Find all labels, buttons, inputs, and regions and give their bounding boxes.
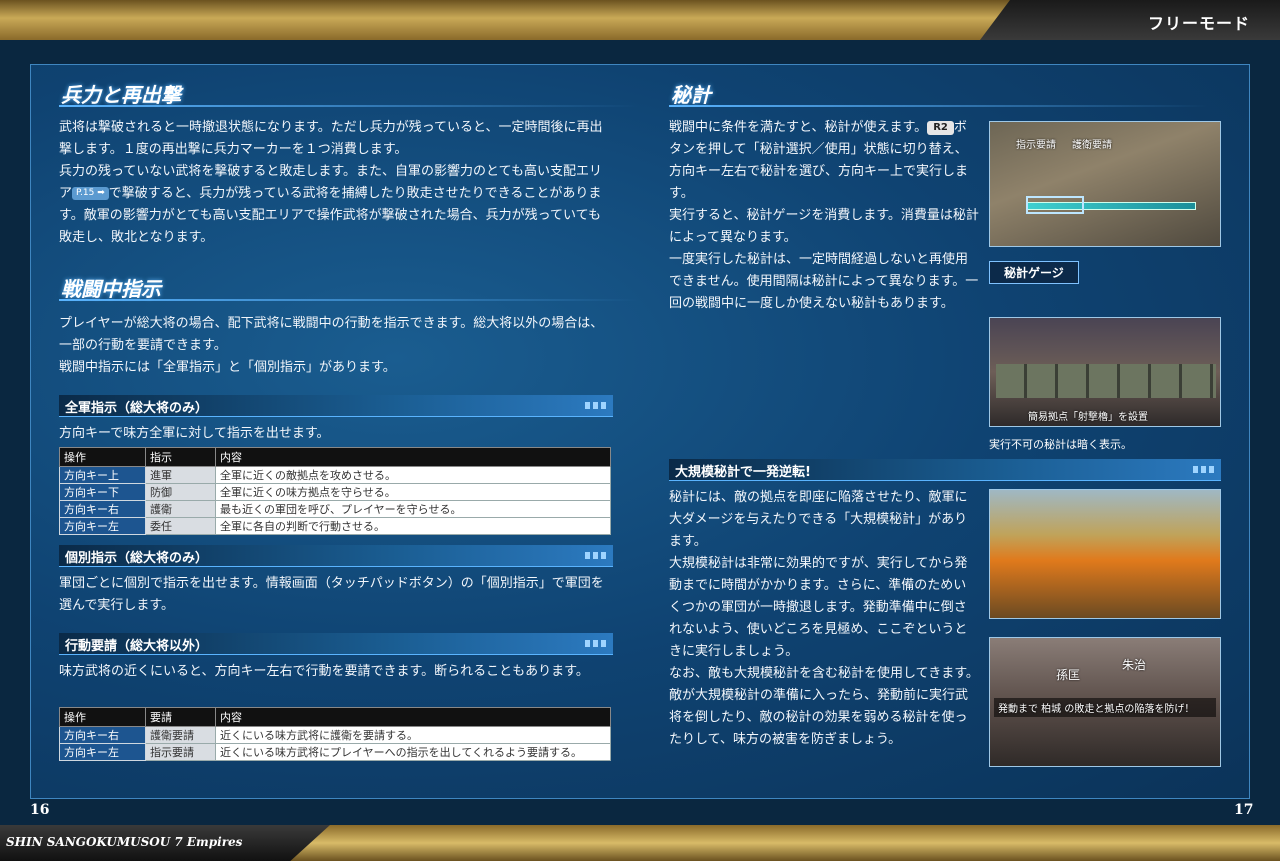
request-text: 味方武将の近くにいると、方向キー左右で行動を要請できます。断られることもあります… <box>59 664 589 679</box>
individual-text: 軍団ごとに個別で指示を出せます。情報画面（タッチパッドボタン）の「個別指示」で軍… <box>59 576 604 613</box>
heading-decoration <box>585 552 607 559</box>
secret-gauge-label: 秘計ゲージ <box>989 261 1079 284</box>
table-header: 操作 <box>59 447 146 467</box>
fire-attack-screenshot <box>989 489 1221 619</box>
table-cell: 最も近くの軍団を呼び、プレイヤーを守らせる。 <box>215 500 611 518</box>
table-cell: 委任 <box>145 517 216 535</box>
table-cell: 全軍に近くの味方拠点を守らせる。 <box>215 483 611 501</box>
troops-paragraph-1: 武将は撃破されると一時撤退状態になります。ただし兵力が残っていると、一定時間後に… <box>59 120 603 157</box>
troops-paragraph-2: 兵力の残っていない武将を撃破すると敗走します。また、自軍の影響力のとても高い支配… <box>59 161 613 249</box>
request-table: 操作 要請 内容 方向キー右 護衛要請 近くにいる味方武将に護衛を要請する。 方… <box>59 707 611 761</box>
secret-p1-start: 戦闘中に条件を満たすと、秘計が使えます。 <box>669 120 928 135</box>
game-title: SHIN SANGOKUMUSOU 7 Empires <box>6 835 243 849</box>
table-cell: 近くにいる味方武将に護衛を要請する。 <box>215 726 611 744</box>
heading-decoration <box>585 640 607 647</box>
table-cell: 全軍に近くの敵拠点を攻めさせる。 <box>215 466 611 484</box>
gauge-highlight-box <box>1026 196 1084 214</box>
all-army-text: 方向キーで味方全軍に対して指示を出せます。 <box>59 426 330 441</box>
secret-paragraph-2: 実行すると、秘計ゲージを消費します。消費量は秘計によって異なります。 <box>669 208 979 245</box>
large-secret-heading-text: 大規模秘計で一発逆転! <box>675 465 811 480</box>
table-cell: 方向キー右 <box>59 500 146 518</box>
table-header: 操作 <box>59 707 146 727</box>
all-army-heading: 全軍指示（総大将のみ） <box>59 395 613 417</box>
table-header: 内容 <box>215 707 611 727</box>
table-row: 方向キー左 指示要請 近くにいる味方武将にプレイヤーへの指示を出してくれるよう要… <box>59 743 611 761</box>
secret-caption: 実行不可の秘計は暗く表示。 <box>989 438 1132 451</box>
shot-label-instruction: 指示要請 <box>1016 140 1056 151</box>
table-row: 方向キー左 委任 全軍に各自の判断で行動させる。 <box>59 517 611 535</box>
large-paragraph-1: 秘計には、敵の拠点を即座に陥落させたり、敵軍に大ダメージを与えたりできる「大規模… <box>669 490 968 549</box>
battle-paragraph-2: 戦闘中指示には「全軍指示」と「個別指示」があります。 <box>59 360 396 375</box>
table-cell: 護衛 <box>145 500 216 518</box>
secret-paragraph-1: 戦闘中に条件を満たすと、秘計が使えます。 R2 ボタンを押して「秘計選択／使用」状態… <box>669 117 979 205</box>
enemy-secret-screenshot: 孫匡 朱治 発動まで 柏城 の敗走と拠点の陥落を防げ！ <box>989 637 1221 767</box>
table-cell: 全軍に各自の判断で行動させる。 <box>215 517 611 535</box>
secret-cards-screenshot: 簡易拠点「射撃櫓」を設置 <box>989 317 1221 427</box>
table-row: 方向キー下 防御 全軍に近くの味方拠点を守らせる。 <box>59 483 611 501</box>
spread-frame: 兵力と再出撃 武将は撃破されると一時撤退状態になります。ただし兵力が残っていると… <box>30 64 1250 799</box>
secret-paragraph-3: 一度実行した秘計は、一定時間経過しないと再使用できません。使用間隔は秘計によって… <box>669 252 979 311</box>
heading-decoration <box>1193 466 1215 473</box>
r2-button-icon: R2 <box>927 120 954 135</box>
table-cell: 護衛要請 <box>145 726 216 744</box>
table-row: 方向キー右 護衛 最も近くの軍団を呼び、プレイヤーを守らせる。 <box>59 500 611 518</box>
objective-banner: 発動まで 柏城 の敗走と拠点の陥落を防げ！ <box>994 698 1216 717</box>
table-cell: 方向キー左 <box>59 743 146 761</box>
individual-heading: 個別指示（総大将のみ） <box>59 545 613 567</box>
page-reference-badge: P.15 ➡ <box>72 187 109 200</box>
page-number-left: 16 <box>30 802 50 818</box>
large-secret-heading: 大規模秘計で一発逆転! <box>669 459 1221 481</box>
large-paragraph-3: なお、敵も大規模秘計を含む秘計を使用してきます。敵が大規模秘計の準備に入ったら、… <box>669 666 979 747</box>
secret-gauge-screenshot: 指示要請 護衛要請 <box>989 121 1221 247</box>
table-row: 方向キー上 進軍 全軍に近くの敵拠点を攻めさせる。 <box>59 466 611 484</box>
table-header-row: 操作 指示 内容 <box>59 447 611 467</box>
table-cell: 方向キー下 <box>59 483 146 501</box>
general-name-right: 朱治 <box>1122 658 1147 672</box>
request-heading: 行動要請（総大将以外） <box>59 633 613 655</box>
table-header: 内容 <box>215 447 611 467</box>
table-row: 方向キー右 護衛要請 近くにいる味方武将に護衛を要請する。 <box>59 726 611 744</box>
request-heading-text: 行動要請（総大将以外） <box>65 639 209 654</box>
large-paragraph-2: 大規模秘計は非常に効果的ですが、実行してから発動までに時間がかかります。さらに、… <box>669 556 968 659</box>
table-cell: 方向キー左 <box>59 517 146 535</box>
secret-card-row <box>996 364 1216 398</box>
page-number-right: 17 <box>1234 802 1254 818</box>
table-cell: 防御 <box>145 483 216 501</box>
individual-heading-text: 個別指示（総大将のみ） <box>65 551 209 566</box>
troops-title-underline <box>59 105 639 107</box>
general-name-left: 孫匡 <box>1056 668 1081 682</box>
all-army-table: 操作 指示 内容 方向キー上 進軍 全軍に近くの敵拠点を攻めさせる。 方向キー下… <box>59 447 611 535</box>
table-cell: 方向キー上 <box>59 466 146 484</box>
table-cell: 方向キー右 <box>59 726 146 744</box>
heading-decoration <box>585 402 607 409</box>
mode-title: フリーモード <box>1147 14 1250 33</box>
table-header: 指示 <box>145 447 216 467</box>
secret-title-underline <box>669 105 1209 107</box>
troops-p2-end: で撃破すると、兵力が残っている武将を捕縛したり敗走させたりできることがあります。… <box>59 186 602 245</box>
table-header-row: 操作 要請 内容 <box>59 707 611 727</box>
shot-caption-overlay: 簡易拠点「射撃櫓」を設置 <box>1028 412 1148 423</box>
battle-title-underline <box>59 299 639 301</box>
table-cell: 進軍 <box>145 466 216 484</box>
table-header: 要請 <box>145 707 216 727</box>
battle-paragraph-1: プレイヤーが総大将の場合、配下武将に戦闘中の行動を指示できます。総大将以外の場合… <box>59 316 604 353</box>
table-cell: 近くにいる味方武将にプレイヤーへの指示を出してくれるよう要請する。 <box>215 743 611 761</box>
table-cell: 指示要請 <box>145 743 216 761</box>
shot-label-escort: 護衛要請 <box>1072 140 1112 151</box>
all-army-heading-text: 全軍指示（総大将のみ） <box>65 401 209 416</box>
